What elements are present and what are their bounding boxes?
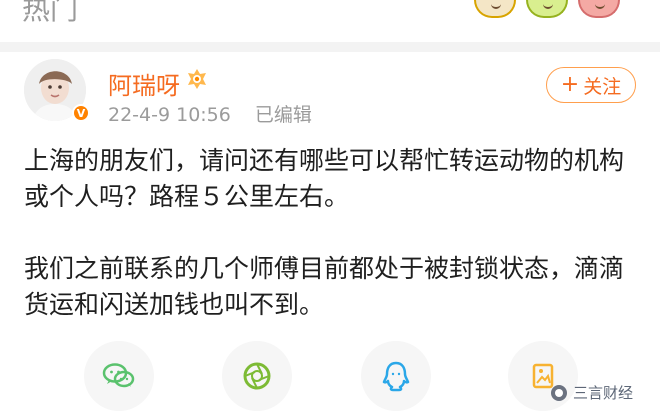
verified-badge-icon: V (72, 104, 90, 122)
pink-emoji-icon[interactable] (578, 0, 620, 18)
section-divider (0, 42, 660, 52)
author-name[interactable]: 阿瑞呀 (108, 66, 180, 101)
emoji-mouth (543, 3, 553, 9)
edited-label[interactable]: 已编辑 (255, 104, 312, 126)
smile-emoji-icon[interactable] (474, 0, 516, 18)
share-wechat-button[interactable] (84, 341, 154, 411)
green-emoji-icon[interactable] (526, 0, 568, 18)
post-paragraph-1: 上海的朋友们，请问还有哪些可以帮忙转运动物的机构或个人吗？路程５公里左右。 (24, 146, 625, 211)
qq-icon (382, 361, 410, 392)
top-strip: 热门 (0, 0, 660, 40)
share-qq-button[interactable] (361, 341, 431, 411)
wechat-icon (102, 363, 135, 388)
watermark-text: 三言财经 (573, 384, 634, 402)
follow-button[interactable]: + 关注 (546, 67, 636, 103)
post-content: 上海的朋友们，请问还有哪些可以帮忙转运动物的机构或个人吗？路程５公里左右。 我们… (24, 143, 636, 323)
watermark: 三言财经 (551, 382, 633, 403)
post-paragraph-2: 我们之前联系的几个师傅目前都处于被封锁状态，滴滴货运和闪送加钱也叫不到。 (24, 254, 625, 319)
share-moments-button[interactable] (222, 341, 292, 411)
hot-tab-label[interactable]: 热门 (22, 0, 78, 28)
watermark-icon (551, 384, 567, 401)
emoji-reactions (474, 0, 620, 18)
plus-icon: + (560, 72, 580, 97)
emoji-mouth (491, 3, 501, 9)
fan-badge-icon[interactable] (185, 67, 209, 91)
post-meta: 22-4-9 10:56 已编辑 (108, 100, 312, 127)
emoji-mouth (595, 3, 605, 9)
follow-label: 关注 (583, 75, 622, 98)
share-bar (0, 338, 660, 419)
moments-icon (243, 362, 271, 390)
post-timestamp: 22-4-9 10:56 (108, 104, 231, 126)
